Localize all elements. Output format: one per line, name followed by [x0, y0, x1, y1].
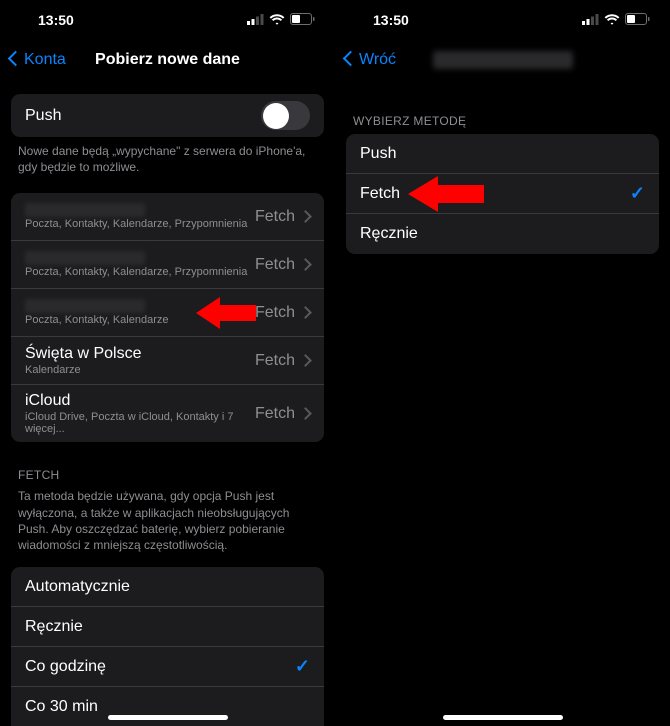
fetch-option-row[interactable]: Co godzinę [11, 647, 324, 687]
fetch-option-row[interactable]: Co 30 min [11, 687, 324, 726]
account-row[interactable]: Poczta, Kontakty, KalendarzeFetch [11, 289, 324, 337]
back-label: Wróć [359, 51, 396, 69]
account-row[interactable]: Poczta, Kontakty, Kalendarze, Przypomnie… [11, 241, 324, 289]
account-title-blurred [25, 299, 145, 313]
nav-bar: Konta Pobierz nowe dane [0, 40, 335, 80]
account-title-blurred [25, 251, 145, 265]
account-title: iCloud [25, 392, 255, 410]
nav-title-blurred [433, 51, 573, 69]
fetch-option-row[interactable]: Automatycznie [11, 567, 324, 607]
battery-icon [290, 12, 315, 28]
battery-icon [625, 12, 650, 28]
status-icons [247, 12, 315, 28]
home-indicator[interactable] [443, 715, 563, 720]
wifi-icon [604, 12, 620, 28]
chevron-right-icon [301, 256, 310, 274]
account-value: Fetch [255, 256, 295, 274]
account-subtitle: iCloud Drive, Poczta w iCloud, Kontakty … [25, 411, 255, 435]
push-footer: Nowe dane będą „wypychane" z serwera do … [0, 137, 335, 175]
chevron-right-icon [301, 405, 310, 423]
toggle-knob [263, 103, 289, 129]
fetch-header: FETCH [0, 464, 335, 488]
method-option-label: Push [360, 145, 645, 163]
fetch-options-group: AutomatycznieRęcznieCo godzinęCo 30 minC… [11, 567, 324, 726]
back-label: Konta [24, 51, 66, 69]
account-value: Fetch [255, 352, 295, 370]
phone-right: 13:50 Wróć WYBIERZ METODĘ Push Fetch Ręczn… [335, 0, 670, 726]
wifi-icon [269, 12, 285, 28]
checkmark-icon [295, 656, 310, 677]
accounts-group: Poczta, Kontakty, Kalendarze, Przypomnie… [11, 193, 324, 442]
account-subtitle: Kalendarze [25, 364, 255, 376]
status-time: 13:50 [20, 12, 74, 28]
method-option-row[interactable]: Push [346, 134, 659, 174]
account-value: Fetch [255, 405, 295, 423]
phone-left: 13:50 Konta Pobierz nowe dane Push Nowe … [0, 0, 335, 726]
home-indicator[interactable] [108, 715, 228, 720]
fetch-option-label: Co 30 min [25, 698, 310, 716]
signal-icon [582, 12, 599, 28]
method-option-row[interactable]: Ręcznie [346, 214, 659, 254]
status-bar: 13:50 [335, 0, 670, 40]
account-title: Święta w Polsce [25, 345, 255, 363]
method-group: Push Fetch Ręcznie [346, 134, 659, 254]
fetch-option-label: Co godzinę [25, 658, 295, 676]
account-value: Fetch [255, 208, 295, 226]
back-button[interactable]: Wróć [345, 51, 396, 69]
account-subtitle: Poczta, Kontakty, Kalendarze, Przypomnie… [25, 266, 255, 278]
account-row[interactable]: iCloudiCloud Drive, Poczta w iCloud, Kon… [11, 385, 324, 442]
account-row[interactable]: Święta w PolsceKalendarzeFetch [11, 337, 324, 385]
method-option-row[interactable]: Fetch [346, 174, 659, 214]
method-header: WYBIERZ METODĘ [335, 110, 670, 134]
status-icons [582, 12, 650, 28]
fetch-option-label: Ręcznie [25, 618, 310, 636]
checkmark-icon [630, 183, 645, 204]
back-button[interactable]: Konta [10, 51, 66, 69]
fetch-option-label: Automatycznie [25, 578, 310, 596]
fetch-option-row[interactable]: Ręcznie [11, 607, 324, 647]
account-value: Fetch [255, 304, 295, 322]
status-time: 13:50 [355, 12, 409, 28]
account-subtitle: Poczta, Kontakty, Kalendarze [25, 314, 255, 326]
push-label: Push [25, 107, 261, 125]
nav-title: Pobierz nowe dane [95, 51, 240, 69]
push-toggle[interactable] [261, 101, 310, 130]
chevron-right-icon [301, 304, 310, 322]
method-option-label: Ręcznie [360, 225, 645, 243]
fetch-description: Ta metoda będzie używana, gdy opcja Push… [0, 488, 335, 553]
nav-bar: Wróć [335, 40, 670, 80]
account-subtitle: Poczta, Kontakty, Kalendarze, Przypomnie… [25, 218, 255, 230]
status-bar: 13:50 [0, 0, 335, 40]
chevron-right-icon [301, 208, 310, 226]
chevron-right-icon [301, 352, 310, 370]
push-row[interactable]: Push [11, 94, 324, 137]
account-title-blurred [25, 203, 145, 217]
chevron-left-icon [10, 51, 21, 69]
push-group: Push [11, 94, 324, 137]
method-option-label: Fetch [360, 185, 630, 203]
chevron-left-icon [345, 51, 356, 69]
account-row[interactable]: Poczta, Kontakty, Kalendarze, Przypomnie… [11, 193, 324, 241]
signal-icon [247, 12, 264, 28]
